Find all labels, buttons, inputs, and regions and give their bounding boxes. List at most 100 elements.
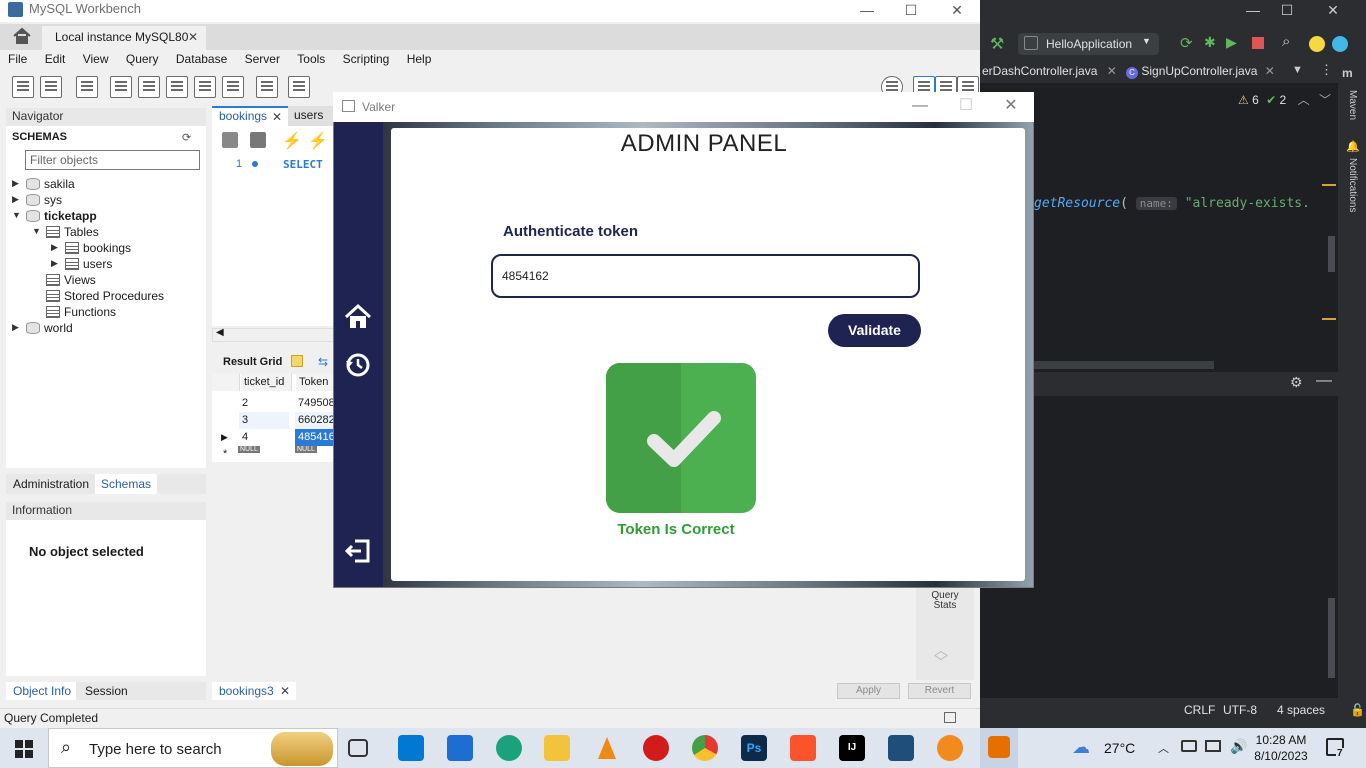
close-icon[interactable]: ✕	[272, 110, 282, 124]
system-clock[interactable]: 10:28 AM 8/10/2023	[1248, 732, 1314, 764]
menu-help[interactable]: Help	[399, 50, 432, 66]
query-stats-button[interactable]: Query Stats	[922, 591, 968, 611]
weather-icon[interactable]: ☁	[1072, 737, 1090, 758]
debug-icon[interactable]: ✱	[1204, 34, 1216, 51]
column-header[interactable]: ticket_id	[241, 374, 292, 391]
tab-signup-controller[interactable]: C SignUpController.java ✕	[1126, 64, 1275, 79]
tab-object-info[interactable]: Object Info	[6, 682, 76, 700]
tab-dash-controller[interactable]: erDashController.java ✕	[982, 64, 1117, 78]
create-procedure-icon[interactable]	[194, 76, 216, 98]
gear-icon[interactable]: ⚙	[1290, 374, 1303, 391]
store-icon[interactable]	[398, 735, 424, 761]
indent-setting[interactable]: 4 spaces	[1277, 703, 1325, 717]
grid-cell[interactable]: 3	[239, 412, 289, 429]
null-badge[interactable]: NULL	[238, 446, 260, 453]
execute-icon[interactable]: ⚡	[282, 131, 302, 150]
brave-icon[interactable]	[790, 735, 816, 761]
maven-icon[interactable]: m	[1342, 66, 1353, 80]
chevron-up-icon[interactable]: ︿	[1158, 740, 1169, 756]
taskbar-search[interactable]: ⌕ Type here to search	[48, 728, 338, 768]
collapse-arrow-icon[interactable]: ▼	[32, 226, 41, 236]
expand-arrow-icon[interactable]: ▶	[51, 242, 58, 253]
menu-tools[interactable]: Tools	[289, 50, 325, 66]
execute-current-icon[interactable]: ⚡	[308, 131, 328, 150]
apply-button[interactable]: Apply	[837, 683, 900, 699]
filter-objects-input[interactable]: Filter objects	[25, 150, 200, 170]
grid-cell[interactable]: 749508	[295, 395, 334, 412]
volume-icon[interactable]: 🔊	[1230, 738, 1247, 755]
create-table-icon[interactable]	[138, 76, 160, 98]
rerun-icon[interactable]: ⟳	[1180, 34, 1193, 52]
menu-query[interactable]: Query	[118, 50, 159, 66]
refresh-icon[interactable]: ⟳	[182, 131, 191, 144]
home-icon[interactable]	[343, 302, 373, 335]
avatar[interactable]	[1309, 36, 1325, 52]
maven-label[interactable]: Maven	[1347, 90, 1358, 120]
network-icon[interactable]	[1205, 740, 1221, 752]
chevron-down-icon[interactable]: ▼	[1292, 64, 1303, 76]
new-sql-tab-icon[interactable]	[12, 76, 34, 98]
create-function-icon[interactable]	[222, 76, 244, 98]
grid-cell[interactable]: 660282	[295, 412, 334, 429]
weather-temperature[interactable]: 27°C	[1104, 740, 1135, 756]
tab-users[interactable]: users	[294, 108, 323, 122]
mysql-workbench-icon[interactable]	[888, 735, 914, 761]
grid-cell[interactable]: 2	[239, 395, 289, 412]
more-icon[interactable]: ⋮	[1320, 62, 1333, 78]
close-icon[interactable]: ✕	[188, 30, 198, 44]
revert-button[interactable]: Revert	[908, 683, 971, 699]
scroll-left-icon[interactable]: ◀	[216, 327, 224, 338]
ide-close-button[interactable]: ✕	[1310, 0, 1356, 22]
menu-edit[interactable]: Edit	[37, 50, 66, 66]
close-icon[interactable]: ✕	[1265, 64, 1275, 78]
expand-arrow-icon[interactable]: ▶	[12, 194, 19, 205]
tab-administration[interactable]: Administration	[13, 477, 89, 491]
close-button[interactable]: ✕	[934, 0, 980, 22]
ide-horizontal-scrollbar[interactable]	[1034, 361, 1214, 369]
close-button[interactable]: ✕	[988, 92, 1034, 122]
code-line[interactable]: getResource( name: "already-exists.	[1034, 196, 1310, 211]
mail-icon[interactable]	[447, 735, 473, 761]
minimize-button[interactable]: —	[844, 0, 890, 22]
app-icon[interactable]	[937, 735, 963, 761]
tab-bookings3[interactable]: bookings3 ✕	[212, 682, 296, 700]
menu-database[interactable]: Database	[168, 50, 227, 66]
opera-icon[interactable]	[643, 735, 669, 761]
file-explorer-icon[interactable]	[544, 735, 570, 761]
run-coverage-icon[interactable]: ▶	[1226, 34, 1237, 51]
home-icon[interactable]	[12, 27, 32, 47]
token-input[interactable]: 4854162	[491, 254, 920, 298]
tab-schemas[interactable]: Schemas	[95, 474, 158, 494]
search-table-data-icon[interactable]	[256, 76, 278, 98]
edge-icon[interactable]	[496, 735, 522, 761]
close-icon[interactable]: ✕	[280, 684, 290, 698]
chrome-icon[interactable]	[692, 735, 718, 761]
inspection-widget[interactable]: ⚠ 6 ✔ 2 ︿ ﹀	[1238, 91, 1331, 108]
chevron-down-icon[interactable]: ﹀	[1319, 93, 1331, 107]
history-icon[interactable]	[344, 351, 372, 382]
open-sql-script-icon[interactable]	[40, 76, 62, 98]
photoshop-icon[interactable]: Ps	[741, 735, 767, 761]
close-icon[interactable]: ✕	[1107, 64, 1117, 78]
ide-lower-scrollbar[interactable]	[1328, 598, 1335, 678]
file-encoding[interactable]: UTF-8	[1223, 703, 1257, 717]
logout-icon[interactable]	[344, 538, 371, 567]
expand-arrow-icon[interactable]: ▶	[51, 258, 58, 269]
ide-maximize-button[interactable]: ☐	[1264, 0, 1310, 22]
sql-editor[interactable]: ⚡ ⚡	[212, 126, 334, 326]
minimize-button[interactable]: —	[897, 92, 943, 122]
collapse-arrow-icon[interactable]: ▼	[12, 210, 21, 220]
battery-icon[interactable]	[1181, 740, 1197, 752]
chevron-up-icon[interactable]: ︿	[1298, 93, 1310, 107]
refresh-icon[interactable]: ⇆	[318, 355, 328, 369]
inspector-icon[interactable]	[76, 76, 98, 98]
maximize-button[interactable]: ☐	[888, 0, 934, 22]
tab-bookings[interactable]: bookings ✕	[212, 106, 288, 126]
open-file-icon[interactable]	[222, 132, 238, 148]
minimize-icon[interactable]: —	[1316, 372, 1332, 390]
grid-cell-selected[interactable]: 485416	[295, 429, 334, 446]
expand-arrow-icon[interactable]: ▶	[12, 178, 19, 189]
null-badge[interactable]: NULL	[295, 446, 317, 453]
create-schema-icon[interactable]	[110, 76, 132, 98]
instance-tab[interactable]: Local instance MySQL80 ✕	[42, 26, 206, 50]
